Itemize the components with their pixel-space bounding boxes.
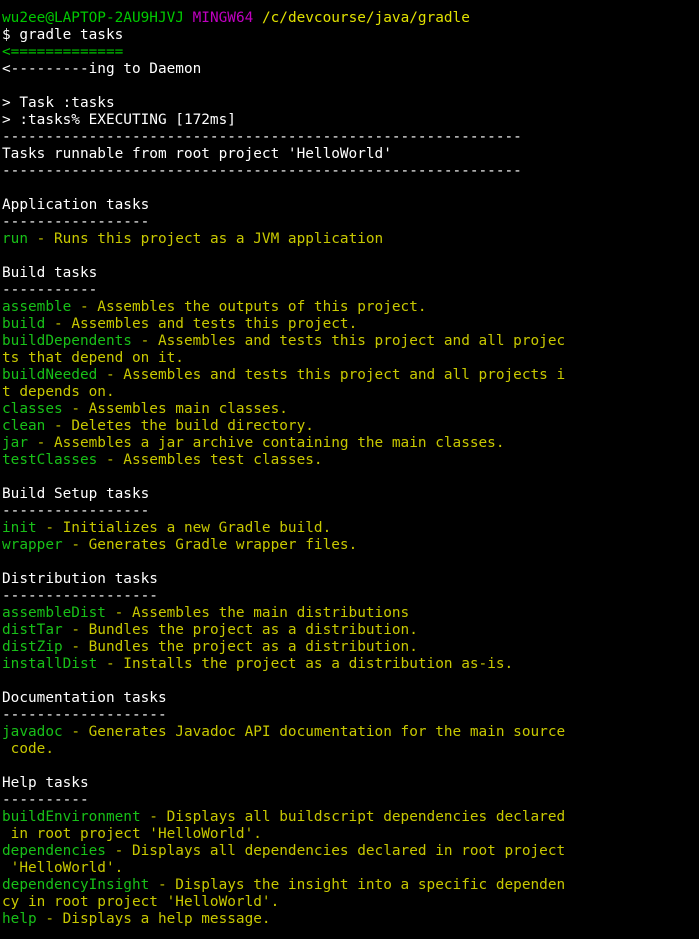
task-description-wrap: 'HelloWorld'. bbox=[2, 860, 124, 876]
task-row: help - Displays a help message. bbox=[2, 911, 699, 928]
task-description-wrap: t depends on. bbox=[2, 384, 115, 400]
divider-top: ----------------------------------------… bbox=[2, 129, 522, 145]
group-underline: ------------------ bbox=[2, 588, 158, 604]
task-name: assembleDist bbox=[2, 605, 106, 621]
task-row: wrapper - Generates Gradle wrapper files… bbox=[2, 537, 699, 554]
task-name: dependencies bbox=[2, 843, 106, 859]
task-row: dependencies - Displays all dependencies… bbox=[2, 843, 699, 860]
task-row: init - Initializes a new Gradle build. bbox=[2, 520, 699, 537]
task-description: - Assembles the main distributions bbox=[105, 605, 410, 621]
task-name: buildNeeded bbox=[2, 367, 98, 383]
terminal-window[interactable]: wu2ee@LAPTOP-2AU9HJVJ MINGW64 /c/devcour… bbox=[0, 0, 699, 939]
group-underline: ----------- bbox=[2, 282, 98, 298]
task-name: init bbox=[2, 520, 37, 536]
tasks-header: Tasks runnable from root project 'HelloW… bbox=[2, 146, 392, 162]
task-description-wrap: ts that depend on it. bbox=[2, 350, 184, 366]
task-description: - Initializes a new Gradle build. bbox=[36, 520, 332, 536]
task-description: - Bundles the project as a distribution. bbox=[62, 639, 418, 655]
task-name: jar bbox=[2, 435, 28, 451]
task-row: assemble - Assembles the outputs of this… bbox=[2, 299, 699, 316]
daemon-status: <---------ing to Daemon bbox=[2, 61, 202, 77]
task-row: dependencyInsight - Displays the insight… bbox=[2, 877, 699, 894]
group-underline: ----------------- bbox=[2, 503, 150, 519]
group-underline: ----------------- bbox=[2, 214, 150, 230]
task-description-wrap: in root project 'HelloWorld'. bbox=[2, 826, 262, 842]
group-title: Distribution tasks bbox=[2, 571, 158, 587]
group-underline: ---------- bbox=[2, 792, 89, 808]
task-status: > Task :tasks bbox=[2, 95, 115, 111]
task-description: - Assembles main classes. bbox=[62, 401, 288, 417]
task-row: clean - Deletes the build directory. bbox=[2, 418, 699, 435]
task-description: - Assembles and tests this project and a… bbox=[131, 333, 566, 349]
task-name: help bbox=[2, 911, 37, 927]
task-description: - Assembles test classes. bbox=[97, 452, 323, 468]
task-row: distTar - Bundles the project as a distr… bbox=[2, 622, 699, 639]
task-row: distZip - Bundles the project as a distr… bbox=[2, 639, 699, 656]
command-line: $ gradle tasks bbox=[2, 27, 124, 43]
group-title: Build tasks bbox=[2, 265, 98, 281]
task-name: distZip bbox=[2, 639, 63, 655]
task-name: dependencyInsight bbox=[2, 877, 150, 893]
task-row: classes - Assembles main classes. bbox=[2, 401, 699, 418]
prompt-line: wu2ee@LAPTOP-2AU9HJVJ MINGW64 /c/devcour… bbox=[2, 10, 699, 27]
task-name: testClasses bbox=[2, 452, 98, 468]
task-description: - Displays the insight into a specific d… bbox=[149, 877, 566, 893]
task-row: build - Assembles and tests this project… bbox=[2, 316, 699, 333]
task-row: installDist - Installs the project as a … bbox=[2, 656, 699, 673]
executing-status: > :tasks% EXECUTING [172ms] bbox=[2, 112, 236, 128]
task-name: buildEnvironment bbox=[2, 809, 141, 825]
group-title: Build Setup tasks bbox=[2, 486, 150, 502]
task-name: run bbox=[2, 231, 28, 247]
task-description: - Displays a help message. bbox=[36, 911, 271, 927]
task-description: - Deletes the build directory. bbox=[45, 418, 314, 434]
divider-bottom: ----------------------------------------… bbox=[2, 163, 522, 179]
task-name: classes bbox=[2, 401, 63, 417]
task-row: buildDependents - Assembles and tests th… bbox=[2, 333, 699, 350]
task-name: buildDependents bbox=[2, 333, 132, 349]
task-description: - Assembles a jar archive containing the… bbox=[28, 435, 505, 451]
task-description: - Assembles the outputs of this project. bbox=[71, 299, 427, 315]
task-row: assembleDist - Assembles the main distri… bbox=[2, 605, 699, 622]
task-name: build bbox=[2, 316, 46, 332]
task-description: - Displays all buildscript dependencies … bbox=[140, 809, 566, 825]
task-description: - Bundles the project as a distribution. bbox=[62, 622, 418, 638]
task-description-wrap: code. bbox=[2, 741, 54, 757]
group-title: Documentation tasks bbox=[2, 690, 167, 706]
task-row: javadoc - Generates Javadoc API document… bbox=[2, 724, 699, 741]
task-description: - Assembles and tests this project. bbox=[45, 316, 358, 332]
task-row: run - Runs this project as a JVM applica… bbox=[2, 231, 699, 248]
task-description: - Generates Javadoc API documentation fo… bbox=[62, 724, 566, 740]
task-row: testClasses - Assembles test classes. bbox=[2, 452, 699, 469]
task-description: - Installs the project as a distribution… bbox=[97, 656, 514, 672]
progress-bar: <============= bbox=[2, 44, 124, 60]
task-row: buildNeeded - Assembles and tests this p… bbox=[2, 367, 699, 384]
group-underline: ------------------- bbox=[2, 707, 167, 723]
task-groups: Application tasks ----------------- run - … bbox=[2, 180, 699, 928]
task-description: - Displays all dependencies declared in … bbox=[105, 843, 566, 859]
task-row: buildEnvironment - Displays all buildscr… bbox=[2, 809, 699, 826]
group-title: Help tasks bbox=[2, 775, 89, 791]
task-description: - Assembles and tests this project and a… bbox=[97, 367, 566, 383]
task-name: installDist bbox=[2, 656, 98, 672]
task-row: jar - Assembles a jar archive containing… bbox=[2, 435, 699, 452]
task-description-wrap: cy in root project 'HelloWorld'. bbox=[2, 894, 280, 910]
task-description: - Runs this project as a JVM application bbox=[28, 231, 384, 247]
prompt-shell: MINGW64 bbox=[192, 10, 254, 26]
task-name: assemble bbox=[2, 299, 72, 315]
prompt-path: /c/devcourse/java/gradle bbox=[261, 10, 470, 26]
task-description: - Generates Gradle wrapper files. bbox=[62, 537, 358, 553]
task-name: distTar bbox=[2, 622, 63, 638]
prompt-user-host: wu2ee@LAPTOP-2AU9HJVJ bbox=[2, 10, 184, 26]
task-name: clean bbox=[2, 418, 46, 434]
task-name: wrapper bbox=[2, 537, 63, 553]
group-title: Application tasks bbox=[2, 197, 150, 213]
task-name: javadoc bbox=[2, 724, 63, 740]
